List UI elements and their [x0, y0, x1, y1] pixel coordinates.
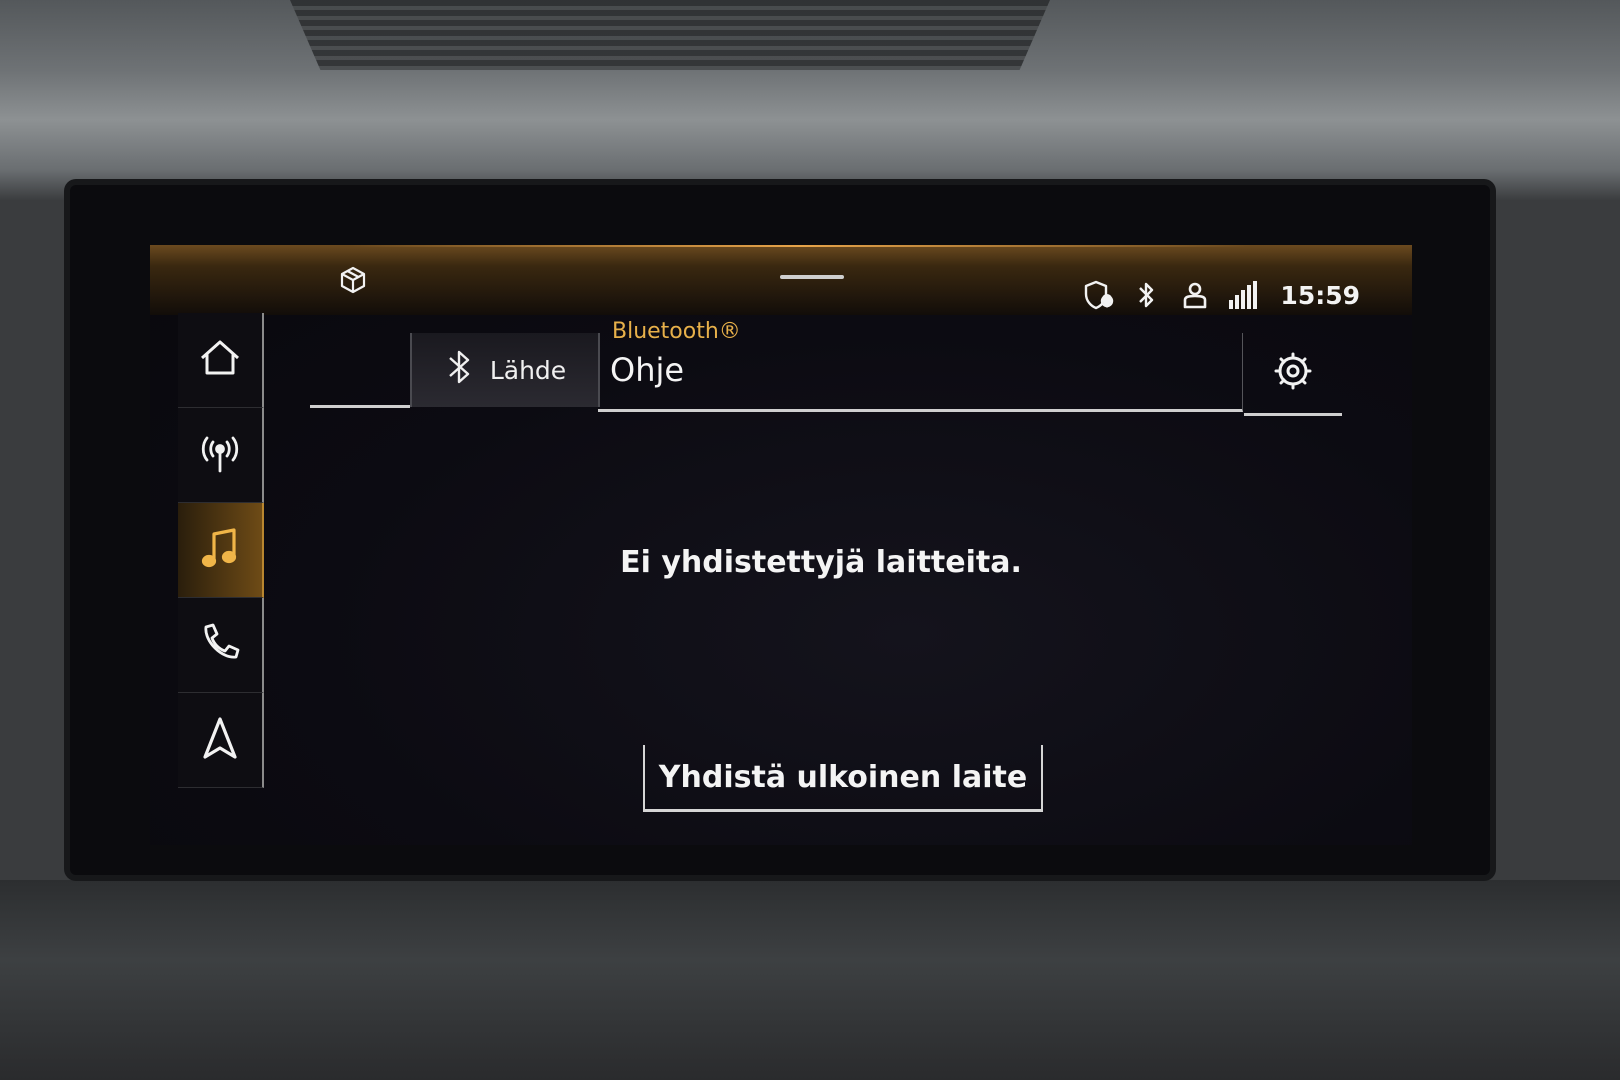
connect-external-device-button[interactable]: Yhdistä ulkoinen laite [643, 745, 1043, 812]
sidebar-item-home[interactable] [178, 313, 264, 408]
connect-button-label: Yhdistä ulkoinen laite [658, 759, 1028, 795]
source-button[interactable]: Lähde [410, 333, 600, 407]
status-bar-glow [350, 245, 1250, 247]
navigation-arrow-icon [196, 714, 244, 766]
pull-down-handle[interactable] [780, 275, 844, 279]
radio-antenna-icon [196, 429, 244, 481]
sidebar-item-navigation[interactable] [178, 693, 264, 788]
user-profile-icon [1178, 278, 1212, 312]
gear-icon [1272, 350, 1314, 396]
bluetooth-icon [1130, 278, 1164, 312]
lte-signal-icon [1226, 278, 1260, 312]
tab-help[interactable]: Bluetooth® Ohje [598, 319, 1243, 412]
no-devices-message: Ei yhdistettyjä laitteita. [620, 545, 1022, 580]
cube-icon[interactable] [338, 265, 368, 295]
source-label: Lähde [489, 355, 567, 385]
status-bar: 15:59 [150, 245, 1412, 315]
dashboard-bottom [0, 880, 1620, 1080]
bluetooth-icon [444, 348, 474, 392]
tab-title: Ohje [610, 351, 685, 389]
phone-icon [196, 619, 244, 671]
clock: 15:59 [1280, 280, 1360, 310]
shield-location-icon [1082, 278, 1116, 312]
settings-button[interactable] [1244, 333, 1342, 416]
infotainment-screen: 15:59 Lähde Bluetooth® Ohje Ei yhdistett… [150, 245, 1412, 845]
status-icons: 15:59 [1082, 275, 1360, 315]
header-tabs: Lähde Bluetooth® Ohje [310, 319, 1350, 425]
home-icon [196, 334, 244, 386]
sidebar-item-phone[interactable] [178, 598, 264, 693]
tab-subtitle: Bluetooth® [612, 319, 741, 344]
tab-blank [310, 333, 410, 408]
sidebar-item-radio[interactable] [178, 408, 264, 503]
air-vent [290, 0, 1050, 70]
